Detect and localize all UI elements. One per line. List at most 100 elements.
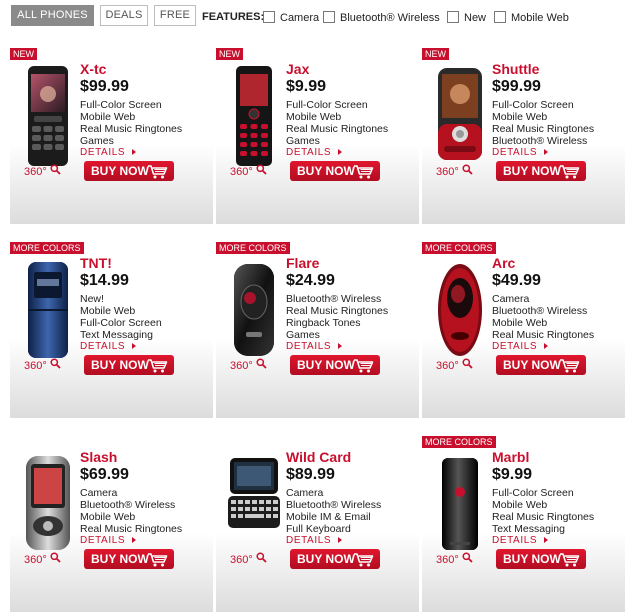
buy-now-button[interactable]: BUY NOW: [84, 549, 174, 569]
buy-now-label: BUY NOW: [503, 164, 561, 178]
tab-deals[interactable]: DEALS: [100, 5, 148, 26]
view-360-link[interactable]: 360°: [436, 552, 473, 566]
details-link[interactable]: DETAILS: [492, 341, 549, 352]
buy-now-label: BUY NOW: [91, 164, 149, 178]
view-360-link[interactable]: 360°: [230, 358, 267, 372]
phone-image[interactable]: [434, 64, 486, 168]
feature-item: Mobile Web: [80, 305, 136, 317]
feature-item: Camera: [286, 487, 324, 499]
details-label: DETAILS: [492, 535, 538, 546]
product-name[interactable]: Jax: [286, 61, 309, 77]
view-360-link[interactable]: 360°: [24, 552, 61, 566]
details-link[interactable]: DETAILS: [80, 535, 137, 546]
buy-now-button[interactable]: BUY NOW: [290, 549, 380, 569]
product-name[interactable]: Shuttle: [492, 61, 539, 77]
cart-icon: [354, 553, 374, 567]
camera-checkbox[interactable]: [263, 11, 275, 23]
view-360-link[interactable]: 360°: [436, 358, 473, 372]
product-name[interactable]: Arc: [492, 255, 515, 271]
arrow-right-icon: [544, 149, 549, 155]
cart-icon: [560, 165, 580, 179]
feature-list: Full-Color Screen Mobile Web Real Music Ri…: [492, 99, 594, 147]
filter-camera[interactable]: Camera: [263, 11, 319, 24]
product-name[interactable]: X-tc: [80, 61, 106, 77]
feature-item: Bluetooth® Wireless: [492, 305, 588, 317]
product-name[interactable]: Slash: [80, 449, 117, 465]
product-name[interactable]: Wild Card: [286, 449, 351, 465]
cart-icon: [148, 165, 168, 179]
buy-now-label: BUY NOW: [91, 358, 149, 372]
buy-now-button[interactable]: BUY NOW: [496, 161, 586, 181]
new-checkbox[interactable]: [447, 11, 459, 23]
phone-image: [234, 264, 274, 356]
magnifier-icon: [462, 164, 473, 175]
view-360-link[interactable]: 360°: [24, 164, 61, 178]
details-label: DETAILS: [492, 147, 538, 158]
magnifier-icon: [256, 552, 267, 563]
product-price: $24.99: [286, 272, 335, 289]
tab-all-phones[interactable]: ALL PHONES: [11, 5, 94, 26]
filter-new[interactable]: New: [447, 11, 486, 24]
phone-image: [228, 458, 280, 528]
mobile-web-checkbox[interactable]: [494, 11, 506, 23]
buy-now-button[interactable]: BUY NOW: [84, 355, 174, 375]
buy-now-button[interactable]: BUY NOW: [496, 549, 586, 569]
buy-now-label: BUY NOW: [297, 552, 355, 566]
phone-image: [28, 262, 68, 358]
phone-image[interactable]: [22, 258, 74, 362]
feature-item: Mobile Web: [80, 511, 136, 523]
phone-image[interactable]: [22, 452, 74, 556]
bluetooth-checkbox[interactable]: [323, 11, 335, 23]
buy-now-button[interactable]: BUY NOW: [290, 161, 380, 181]
phone-image[interactable]: [228, 452, 280, 556]
phone-image[interactable]: [228, 258, 280, 362]
feature-item: Real Music Ringtones: [286, 305, 389, 317]
details-label: DETAILS: [286, 341, 332, 352]
product-name[interactable]: Flare: [286, 255, 319, 271]
buy-now-button[interactable]: BUY NOW: [290, 355, 380, 375]
view-360-link[interactable]: 360°: [230, 552, 267, 566]
view-360-label: 360°: [24, 360, 47, 372]
phone-image[interactable]: [434, 258, 486, 362]
view-360-link[interactable]: 360°: [24, 358, 61, 372]
details-link[interactable]: DETAILS: [286, 147, 343, 158]
details-link[interactable]: DETAILS: [80, 341, 137, 352]
buy-now-button[interactable]: BUY NOW: [496, 355, 586, 375]
phone-image[interactable]: [434, 452, 486, 556]
details-link[interactable]: DETAILS: [286, 535, 343, 546]
feature-item: Bluetooth® Wireless: [286, 499, 382, 511]
product-card-slash: Slash $69.99 Camera Bluetooth® Wireless Mo…: [10, 436, 213, 612]
product-name[interactable]: TNT!: [80, 255, 112, 271]
details-link[interactable]: DETAILS: [492, 535, 549, 546]
product-badge: MORE COLORS: [216, 242, 290, 254]
arrow-right-icon: [132, 537, 137, 543]
details-link[interactable]: DETAILS: [286, 341, 343, 352]
feature-item: Full-Color Screen: [80, 317, 162, 329]
filter-bluetooth[interactable]: Bluetooth® Wireless: [323, 11, 440, 24]
feature-item: Full Keyboard: [286, 523, 351, 535]
feature-item: Full-Color Screen: [492, 487, 574, 499]
details-label: DETAILS: [286, 535, 332, 546]
buy-now-button[interactable]: BUY NOW: [84, 161, 174, 181]
feature-item: Real Music Ringtones: [80, 123, 183, 135]
feature-item: Mobile Web: [492, 499, 548, 511]
phone-image[interactable]: [228, 64, 280, 168]
tab-free[interactable]: FREE: [154, 5, 196, 26]
product-name[interactable]: Marbl: [492, 449, 529, 465]
buy-now-label: BUY NOW: [297, 164, 355, 178]
view-360-link[interactable]: 360°: [230, 164, 267, 178]
filter-mobile-web[interactable]: Mobile Web: [494, 11, 569, 24]
filter-bar: ALL PHONES DEALS FREE FEATURES: Camera B…: [0, 0, 626, 36]
product-badge: NEW: [10, 48, 37, 60]
product-price: $99.99: [80, 78, 129, 95]
details-link[interactable]: DETAILS: [492, 147, 549, 158]
product-card-shuttle: NEW Shuttle $99.99 Full-Color Screen Mobi…: [422, 48, 625, 224]
phone-image: [236, 66, 272, 166]
feature-item: Full-Color Screen: [286, 99, 368, 111]
details-link[interactable]: DETAILS: [80, 147, 137, 158]
phone-image[interactable]: [22, 64, 74, 168]
cart-icon: [148, 359, 168, 373]
feature-item: Full-Color Screen: [492, 99, 574, 111]
view-360-link[interactable]: 360°: [436, 164, 473, 178]
product-price: $89.99: [286, 466, 335, 483]
